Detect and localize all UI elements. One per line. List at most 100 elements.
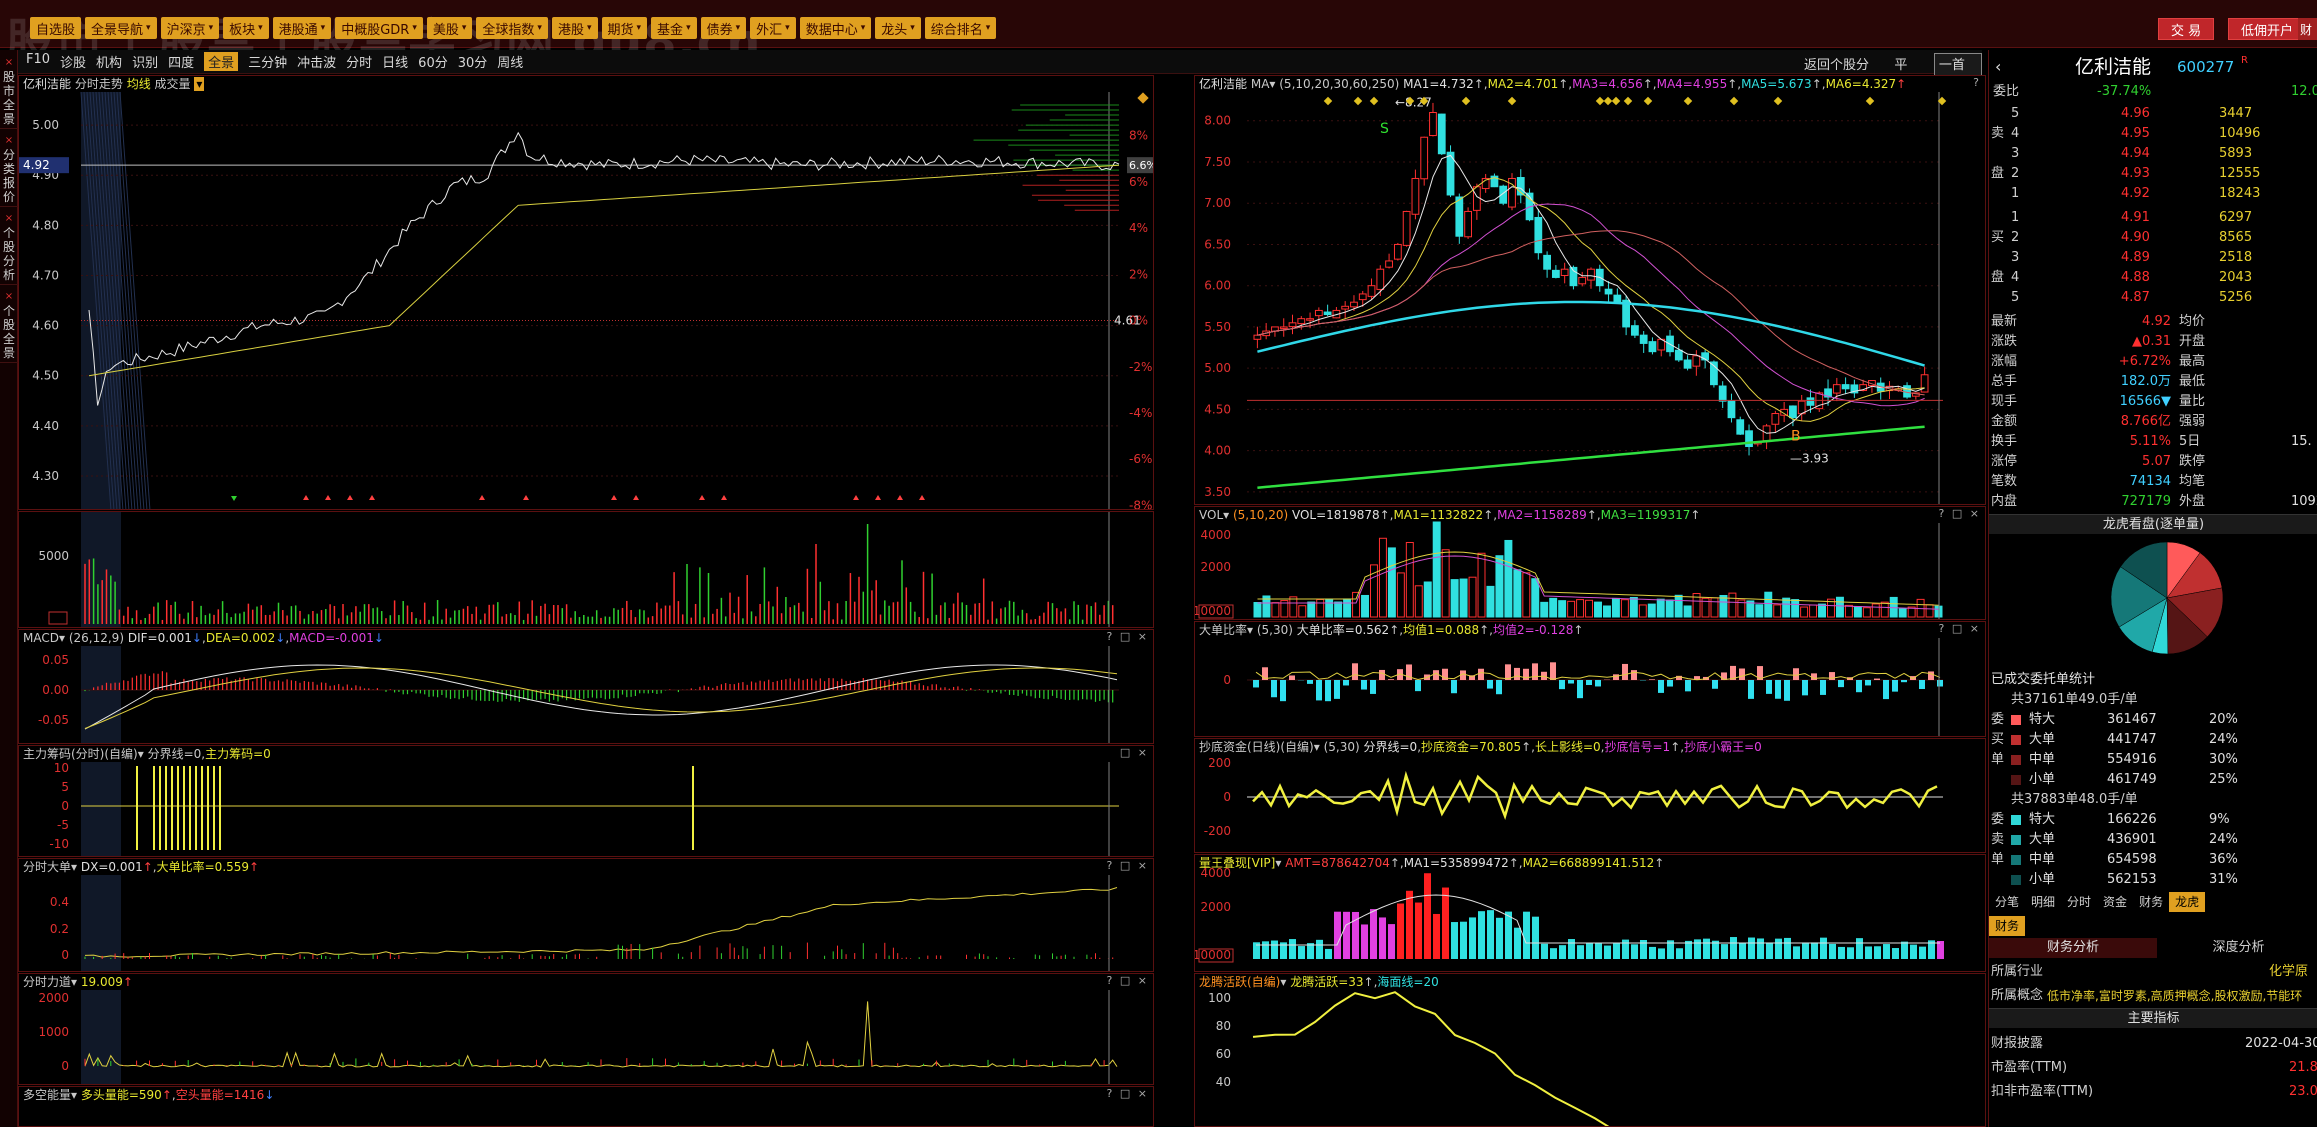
duokong-panel[interactable]: 多空能量▾ 多头量能=590↑,空头量能=1416↓ ? □ ×	[18, 1086, 1154, 1127]
left-tab-2[interactable]: × 个 股 分 析	[0, 210, 18, 285]
lw-bar	[1487, 910, 1494, 959]
menu-item-6[interactable]: 美股 ▾	[426, 17, 473, 39]
dvol-bar	[1504, 539, 1513, 618]
open-account-button[interactable]: 低佣开户	[2228, 18, 2307, 40]
zhuli-chouma-panel[interactable]: 主力筹码(分时)(自编)▾ 分界线=0,主力筹码=0 □ × 10 5 0 -5 -10	[18, 745, 1154, 857]
toolbar-item-11[interactable]: 30分	[458, 52, 488, 71]
close-icon[interactable]: ×	[1, 290, 17, 304]
panel-controls[interactable]: ?	[1973, 76, 1981, 89]
bottom-tab-5[interactable]: 龙虎	[2169, 892, 2206, 912]
bottom-tab-4[interactable]: 财务	[2133, 892, 2169, 912]
menu-item-2[interactable]: 沪深京 ▾	[160, 17, 220, 39]
intraday-volume-panel[interactable]: 5000	[18, 511, 1154, 628]
bottom-tab-2[interactable]: 分时	[2061, 892, 2097, 912]
macd-panel[interactable]: MACD▾ (26,12,9) DIF=0.001↓,DEA=0.002↓,MA…	[18, 629, 1154, 744]
toolbar-item-3[interactable]: 识别	[132, 52, 158, 71]
menu-item-4[interactable]: 港股通 ▾	[272, 17, 332, 39]
chevron-down-icon: ▾	[686, 23, 691, 33]
menu-item-3[interactable]: 板块 ▾	[223, 17, 269, 39]
menu-item-14[interactable]: 龙头 ▾	[875, 17, 921, 39]
side-label: 买	[1991, 732, 2005, 747]
duokong-name[interactable]: 多空能量	[23, 1088, 71, 1102]
fenshi-dadan-panel[interactable]: 分时大单▾ DX=0.001↑,大单比率=0.559↑ ? □ × 0.4 0.2…	[18, 858, 1154, 972]
bottom-tab-1[interactable]: 明细	[2025, 892, 2061, 912]
chevron-down-icon[interactable]: ▾	[194, 77, 205, 91]
panel-controls[interactable]: ? □ ×	[1107, 1087, 1149, 1100]
panel-controls[interactable]: ? □ ×	[1939, 507, 1981, 520]
daily-ma-label[interactable]: MA	[1251, 77, 1270, 91]
fenshi-lidao-panel[interactable]: 分时力道▾ 19.009↑ ? □ × 2000 1000 0	[18, 973, 1154, 1085]
candle-body	[1920, 374, 1929, 393]
close-icon[interactable]: ×	[1, 134, 17, 148]
fin-tab[interactable]: 财务	[1989, 916, 2026, 936]
longteng-panel[interactable]: 龙腾活跃(自编)▾ 龙腾活跃=33↑,海面线=20 100 80 60 40	[1194, 973, 1986, 1127]
toolbar-item-10[interactable]: 60分	[418, 52, 448, 71]
daily-vol-panel[interactable]: VOL▾ (5,10,20) VOL=1819878↑,MA1=1132822↑…	[1194, 506, 1986, 620]
intraday-overlay[interactable]: 均线	[127, 77, 151, 91]
chevron-left-icon[interactable]: ‹	[1995, 54, 2001, 80]
menu-item-5[interactable]: 中概股GDR ▾	[335, 17, 423, 39]
dvol-bar	[1334, 601, 1343, 618]
toolbar-item-2[interactable]: 机构	[96, 52, 122, 71]
intraday-price-panel[interactable]: 亿利洁能 分时走势 均线 成交量 ▾ 5.00 4.90 4.80 4.70 4.60 4…	[18, 75, 1154, 510]
left-tab-1[interactable]: × 分 类 报 价	[0, 132, 18, 207]
menu-item-12[interactable]: 外汇 ▾	[750, 17, 796, 39]
ddb-bar	[1532, 663, 1538, 680]
candle-body	[1253, 334, 1262, 340]
sell-total-row: 共37883单48.0手/单	[1989, 790, 2317, 810]
dadan-bilv-panel[interactable]: 大单比率▾ (5,30) 大单比率=0.562↑,均值1=0.088↑,均值2=…	[1194, 621, 1986, 737]
zhuli-name[interactable]: 主力筹码(分时)(自编)	[23, 747, 138, 761]
menu-item-8[interactable]: 港股 ▾	[551, 17, 598, 39]
fin-analysis-tab[interactable]: 财务分析	[1989, 938, 2157, 958]
toolbar-item-9[interactable]: 日线	[382, 52, 408, 71]
bottom-tab-0[interactable]: 分笔	[1989, 892, 2025, 912]
panel-controls[interactable]: □ ×	[1120, 746, 1149, 759]
bottom-tab-3[interactable]: 资金	[2097, 892, 2133, 912]
toolbar-item-0[interactable]: F10	[26, 52, 50, 71]
close-icon[interactable]: ×	[1, 56, 17, 70]
longteng-name[interactable]: 龙腾活跃(自编)	[1199, 975, 1280, 989]
deep-analysis-tab[interactable]: 深度分析	[2159, 938, 2317, 958]
pe2-label: 扣非市盈率(TTM)	[1991, 1084, 2094, 1099]
panel-controls[interactable]: ? □ ×	[1939, 622, 1981, 635]
sell-amount: 166226	[2107, 812, 2157, 827]
toolbar-item-12[interactable]: 周线	[497, 52, 523, 71]
liangwang-name[interactable]: 量王叠现[VIP]	[1199, 856, 1275, 870]
dadanbi-name[interactable]: 大单比率	[1199, 623, 1247, 637]
menu-item-0[interactable]: 自选股	[30, 17, 82, 39]
close-icon[interactable]: ×	[1, 212, 17, 226]
toolbar-item-5[interactable]: 全景	[204, 52, 239, 71]
daily-kline-panel[interactable]: 亿利洁能 MA▾ (5,10,20,30,60,250) MA1=4.732↑,…	[1194, 75, 1986, 505]
chaodi-zijin-panel[interactable]: 抄底资金(日线)(自编)▾ (5,30) 分界线=0,抄底资金=70.805↑,…	[1194, 738, 1986, 853]
intraday-vol-label[interactable]: 成交量	[155, 77, 191, 91]
dadan-name[interactable]: 分时大单	[23, 860, 71, 874]
extra-button[interactable]: 财	[2298, 18, 2317, 40]
industry-label: 所属行业	[1991, 964, 2044, 979]
menu-item-11[interactable]: 债券 ▾	[700, 17, 747, 39]
panel-controls[interactable]: ? □ ×	[1107, 630, 1149, 643]
menu-item-13[interactable]: 数据中心 ▾	[799, 17, 872, 39]
vol-name[interactable]: VOL	[1199, 508, 1223, 522]
toolbar-item-6[interactable]: 三分钟	[248, 52, 287, 71]
panel-controls[interactable]: ? □ ×	[1107, 974, 1149, 987]
toolbar-item-1[interactable]: 诊股	[60, 52, 86, 71]
menu-item-7[interactable]: 全球指数 ▾	[476, 17, 548, 39]
toolbar-item-4[interactable]: 四度	[168, 52, 194, 71]
menu-item-9[interactable]: 期货 ▾	[601, 17, 648, 39]
lw-bar	[1919, 946, 1926, 959]
menu-item-10[interactable]: 基金 ▾	[651, 17, 697, 39]
panel-controls[interactable]: ? □ ×	[1107, 859, 1149, 872]
macd-name[interactable]: MACD	[23, 631, 59, 645]
left-tab-3[interactable]: × 个 股 全 景	[0, 288, 18, 363]
chaodi-name[interactable]: 抄底资金(日线)(自编)	[1199, 740, 1314, 754]
toolbar-item-8[interactable]: 分时	[346, 52, 372, 71]
menu-item-15[interactable]: 综合排名 ▾	[924, 17, 997, 39]
macd-tick-label: -0.05	[38, 713, 69, 727]
liangwang-panel[interactable]: 量王叠现[VIP]▾ AMT=878642704↑,MA1=535899472↑…	[1194, 854, 1986, 972]
toolbar-item-7[interactable]: 冲击波	[297, 52, 336, 71]
left-tab-0[interactable]: × 股 市 全 景	[0, 54, 18, 129]
lidao-name[interactable]: 分时力道	[23, 975, 71, 989]
level: 4	[2011, 126, 2020, 141]
menu-item-1[interactable]: 全景导航 ▾	[85, 17, 157, 39]
trade-button[interactable]: 交 易	[2158, 18, 2215, 40]
